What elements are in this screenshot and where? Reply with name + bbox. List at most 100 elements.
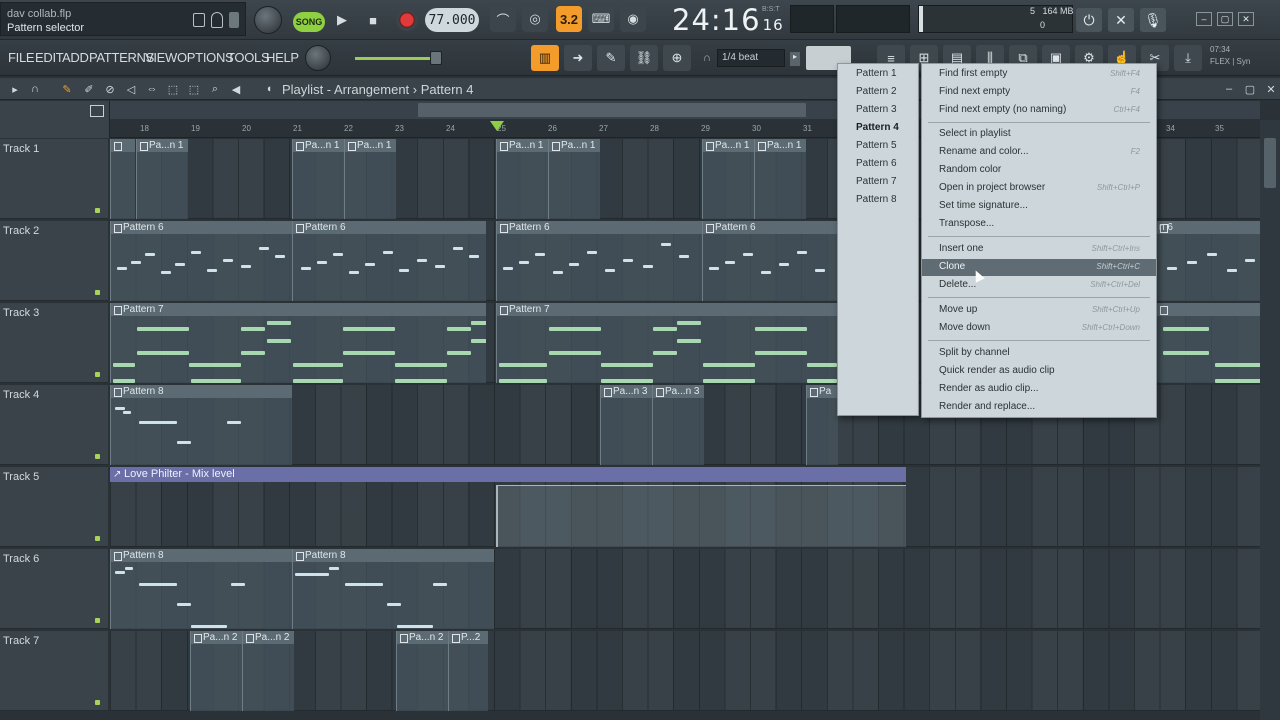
clip-header[interactable]: Pattern 7	[497, 303, 838, 316]
menu-split-by-channel[interactable]: Split by channel	[922, 345, 1156, 362]
magnet-snap-icon[interactable]: ∩	[28, 82, 42, 96]
tempo-display[interactable]: 77.000	[425, 8, 479, 32]
clip-header[interactable]: Pattern 6	[111, 221, 292, 234]
menu-render-as-audio-clip[interactable]: Render as audio clip...	[922, 381, 1156, 398]
menu-transpose[interactable]: Transpose...	[922, 216, 1156, 233]
pattern-clip[interactable]: Pa...n 1	[136, 139, 188, 219]
menu-file[interactable]: FILE	[8, 50, 35, 65]
pattern-clip[interactable]: Pa...n 1	[754, 139, 806, 219]
pattern-clip[interactable]: Pa...n 1	[548, 139, 600, 219]
pattern-menu-item[interactable]: Pattern 5	[856, 140, 897, 151]
pattern-clip[interactable]: Pattern 8	[292, 549, 494, 629]
arrow-right-icon[interactable]: ➜	[564, 45, 592, 71]
mute-tool-icon[interactable]: ◁	[124, 82, 138, 96]
clip-header[interactable]: n 6	[1157, 221, 1260, 234]
pattern-clip[interactable]: Pa...n 2	[242, 631, 294, 711]
typing-keyboard-icon[interactable]: ⌒	[490, 6, 516, 32]
clip-header[interactable]: Pattern 6	[293, 221, 486, 234]
pl-close-icon[interactable]: ✕	[1264, 82, 1278, 96]
clip-header[interactable]: Pa...n 2	[191, 631, 242, 644]
pattern-clip[interactable]: Pattern 6	[110, 221, 292, 301]
clip-header[interactable]: Pattern 6	[497, 221, 702, 234]
track-enable-dot[interactable]	[95, 454, 100, 459]
menu-options[interactable]: OPTIONS	[177, 50, 234, 65]
menu-rename-and-color[interactable]: Rename and color... F2	[922, 144, 1156, 161]
pattern-clip[interactable]: Pa...n 1	[344, 139, 396, 219]
clip-header[interactable]: Pa...n 2	[397, 631, 448, 644]
automation-clip-header[interactable]: Love Philter - Mix level	[110, 467, 906, 482]
scroll-thumb[interactable]	[418, 103, 806, 117]
vscroll-thumb[interactable]	[1264, 138, 1276, 188]
clip-header[interactable]: Pa...n 1	[137, 139, 188, 152]
clip-header[interactable]: Pa...n 1	[345, 139, 396, 152]
menu-move-down[interactable]: Move down Shift+Ctrl+Down	[922, 320, 1156, 337]
track-lane[interactable]: Pa...n 2 Pa...n 2 Pa...n 2 P...2	[110, 631, 1260, 711]
menu-find-next-empty-no-naming[interactable]: Find next empty (no naming) Ctrl+F4	[922, 102, 1156, 119]
menu-move-up[interactable]: Move up Shift+Ctrl+Up	[922, 302, 1156, 319]
menu-insert-one[interactable]: Insert one Shift+Ctrl+Ins	[922, 241, 1156, 258]
pattern-menu-item[interactable]: Pattern 6	[856, 158, 897, 169]
track-header[interactable]: Track 1	[0, 139, 108, 219]
track-header[interactable]: Track 4	[0, 385, 108, 465]
microphone-icon[interactable]: 🎙	[1140, 8, 1166, 32]
select-tool-icon[interactable]: ⬚	[166, 82, 180, 96]
pattern-menu-item[interactable]: Pattern 7	[856, 176, 897, 187]
pattern-clip[interactable]: Pattern 8	[110, 385, 292, 465]
clip-header[interactable]: Pa...n 2	[243, 631, 294, 644]
metronome-icon[interactable]: 3.2	[556, 6, 582, 32]
zoom-tool-icon[interactable]: ⌕	[208, 82, 222, 96]
pattern-menu-item-current[interactable]: Pattern 4	[856, 122, 899, 133]
menu-help[interactable]: HELP	[266, 50, 299, 65]
vertical-scrollbar[interactable]	[1260, 120, 1280, 720]
pitch-knob-icon[interactable]	[254, 6, 282, 34]
clip-header[interactable]	[1157, 303, 1260, 316]
track-enable-dot[interactable]	[95, 372, 100, 377]
master-pitch-slider[interactable]	[355, 51, 442, 65]
pattern-clip[interactable]: Pa...n 3	[600, 385, 652, 465]
hint-scroll-icon[interactable]	[229, 12, 239, 28]
pattern-clip[interactable]	[1156, 303, 1260, 383]
clip-header[interactable]: P...2	[449, 631, 488, 644]
pl-minimize-icon[interactable]: –	[1222, 82, 1236, 96]
pattern-clip[interactable]: Pa...n 1	[496, 139, 548, 219]
record-button[interactable]	[396, 9, 418, 31]
master-volume-knob-icon[interactable]	[305, 45, 331, 71]
piano-keys-icon[interactable]	[90, 105, 104, 117]
pattern-menu-item[interactable]: Pattern 3	[856, 104, 897, 115]
menu-open-in-project-browser[interactable]: Open in project browser Shift+Ctrl+P	[922, 180, 1156, 197]
menu-set-time-signature[interactable]: Set time signature...	[922, 198, 1156, 215]
clip-header[interactable]: Pa...n 3	[653, 385, 704, 398]
clip-header[interactable]: Pattern 7	[111, 303, 486, 316]
window-close-icon[interactable]: ✕	[1238, 12, 1254, 26]
pattern-clip[interactable]: Pattern 7	[496, 303, 838, 383]
pattern-menu-item[interactable]: Pattern 2	[856, 86, 897, 97]
clip-header[interactable]	[111, 139, 135, 152]
slider-thumb[interactable]	[430, 51, 442, 65]
delete-tool-icon[interactable]: ⊘	[103, 82, 117, 96]
menu-find-next-empty[interactable]: Find next empty F4	[922, 84, 1156, 101]
minimize-icon[interactable]: –	[1196, 12, 1212, 26]
playhead-marker[interactable]	[490, 121, 504, 131]
clip-header[interactable]: Pa...n 1	[497, 139, 548, 152]
track-header[interactable]: Track 3	[0, 303, 108, 383]
close-x-icon[interactable]: ✕	[1108, 8, 1134, 32]
automation-clip[interactable]: Love Philter - Mix level ↗	[110, 467, 906, 547]
loop-record-icon[interactable]: ◎	[522, 6, 548, 32]
clipboard-icon[interactable]	[193, 13, 205, 27]
pattern-clip[interactable]	[110, 139, 135, 219]
track-header[interactable]: Track 6	[0, 549, 108, 629]
track-lane[interactable]: Love Philter - Mix level ↗	[110, 467, 1260, 547]
menu-render-and-replace[interactable]: Render and replace...	[922, 399, 1156, 416]
pattern-prev-icon[interactable]: ▸	[790, 52, 800, 66]
step-edit-icon[interactable]: ⌨	[588, 6, 614, 32]
menu-find-first-empty[interactable]: Find first empty Shift+F4	[922, 66, 1156, 83]
pattern-clip[interactable]: Pattern 6	[292, 221, 486, 301]
clip-header[interactable]: Pa	[807, 385, 838, 398]
power-icon[interactable]: ⏻	[1076, 8, 1102, 32]
stamp-icon[interactable]: ⊕	[663, 45, 691, 71]
slice-tool-icon[interactable]: ⬚	[187, 82, 201, 96]
playback-tool-icon[interactable]: ◀	[229, 82, 243, 96]
paint-tool-icon[interactable]: ✐	[82, 82, 96, 96]
clip-header[interactable]: Pa...n 1	[703, 139, 754, 152]
track-enable-dot[interactable]	[95, 208, 100, 213]
